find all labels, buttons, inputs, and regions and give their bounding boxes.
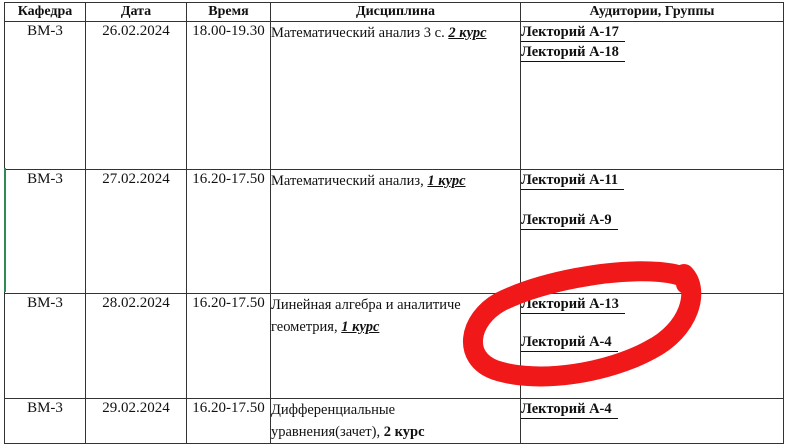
cell-rooms: Лекторий А-13 Лекторий А-4	[520, 293, 784, 399]
cell-time: 16.20-17.50	[186, 293, 271, 399]
course-label: 2 курс	[383, 424, 425, 440]
room-label: Лекторий А-18	[521, 44, 625, 62]
subject-text: Математический анализ,	[271, 173, 424, 189]
schedule-table: Кафедра Дата Время Дисциплина Аудитории,…	[4, 2, 784, 444]
room-label: Лекторий А-17	[521, 24, 625, 42]
table-row: ВМ-3 28.02.2024 16.20-17.50 Линейная алг…	[4, 293, 784, 399]
header-subject: Дисциплина	[270, 2, 521, 22]
cell-dept: ВМ-3	[4, 21, 86, 170]
header-date: Дата	[85, 2, 187, 22]
cell-date: 26.02.2024	[85, 21, 187, 170]
cell-dept: ВМ-3	[4, 293, 86, 399]
header-dept: Кафедра	[4, 2, 86, 22]
cell-subject: Математический анализ 3 с. 2 курс	[270, 21, 521, 170]
cell-date: 28.02.2024	[85, 293, 187, 399]
course-label: 2 курс	[448, 25, 487, 41]
cell-dept: ВМ-3	[4, 398, 86, 444]
green-edge-line	[4, 168, 6, 292]
subject-text: уравнения(зачет),	[271, 424, 381, 440]
cell-subject: Дифференциальные уравнения(зачет), 2 кур…	[270, 398, 521, 444]
course-label: 1 курс	[427, 173, 466, 189]
cell-date: 27.02.2024	[85, 169, 187, 294]
cell-rooms: Лекторий А-11 Лекторий А-9	[520, 169, 784, 294]
subject-text: Линейная алгебра и аналитиче	[271, 297, 461, 313]
cell-time: 16.20-17.50	[186, 169, 271, 294]
room-label: Лекторий А-4	[521, 334, 618, 352]
cell-dept: ВМ-3	[4, 169, 86, 294]
table-row: ВМ-3 26.02.2024 18.00-19.30 Математическ…	[4, 21, 784, 170]
room-label: Лекторий А-13	[521, 296, 625, 314]
room-label: Лекторий А-11	[521, 172, 625, 190]
cell-subject: Математический анализ, 1 курс	[270, 169, 521, 294]
table-row: ВМ-3 29.02.2024 16.20-17.50 Дифференциал…	[4, 398, 784, 444]
cell-date: 29.02.2024	[85, 398, 187, 444]
subject-text: Математический анализ 3 с.	[271, 25, 445, 41]
cell-rooms: Лекторий А-4	[520, 398, 784, 444]
cell-time: 16.20-17.50	[186, 398, 271, 444]
room-label: Лекторий А-9	[521, 212, 618, 230]
subject-text: Дифференциальные	[271, 402, 396, 418]
cell-rooms: Лекторий А-17 Лекторий А-18	[520, 21, 784, 170]
room-label: Лекторий А-4	[521, 401, 618, 419]
cell-subject: Линейная алгебра и аналитиче геометрия, …	[270, 293, 521, 399]
subject-text: геометрия,	[271, 319, 338, 335]
header-time: Время	[186, 2, 271, 22]
header-row: Кафедра Дата Время Дисциплина Аудитории,…	[4, 2, 784, 22]
table-row: ВМ-3 27.02.2024 16.20-17.50 Математическ…	[4, 169, 784, 294]
course-label: 1 курс	[341, 319, 380, 335]
header-rooms: Аудитории, Группы	[520, 2, 784, 22]
cell-time: 18.00-19.30	[186, 21, 271, 170]
